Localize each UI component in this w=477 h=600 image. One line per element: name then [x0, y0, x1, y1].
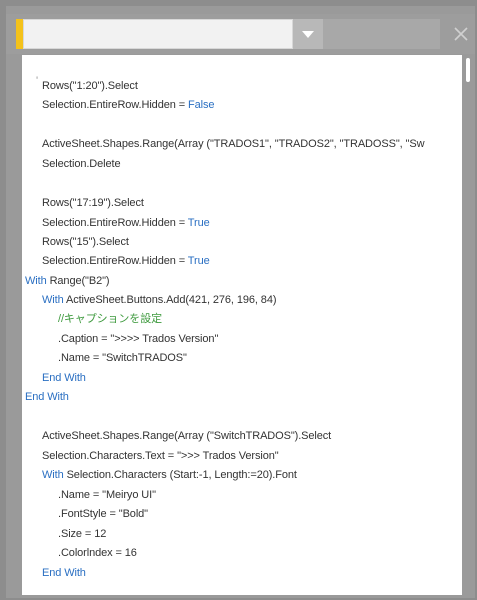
code-line: Rows("17:19").Select	[42, 197, 144, 209]
code-line: Selection.EntireRow.Hidden = True	[42, 217, 210, 229]
code-line: End With	[42, 567, 86, 579]
close-button[interactable]	[447, 19, 475, 49]
code-line: End With	[25, 391, 69, 403]
code-line: Selection.Characters.Text = ">>> Trados …	[42, 450, 279, 462]
code-comment: //キャプションを設定	[58, 313, 163, 325]
code-line: .Name = "Meiryo UI"	[58, 489, 156, 501]
code-line: ActiveSheet.Shapes.Range(Array ("TRADOS1…	[42, 138, 425, 150]
code-line: Rows("15").Select	[42, 236, 129, 248]
dropdown-button[interactable]	[293, 19, 323, 49]
code-line: .Name = "SwitchTRADOS"	[58, 352, 187, 364]
code-line: .FontStyle = "Bold"	[58, 508, 148, 520]
code-line: Rows("1:20").Select	[42, 80, 138, 92]
accent-bar	[16, 19, 23, 49]
code-line: .Colorlndex = 16	[58, 547, 137, 559]
code-line: '	[36, 75, 39, 87]
code-editor[interactable]: ' Rows("1:20").Select Selection.EntireRo…	[22, 55, 462, 595]
title-input[interactable]	[23, 19, 293, 49]
chevron-down-icon	[302, 30, 314, 38]
code-line: .Caption = ">>>> Trados Version"	[58, 333, 219, 345]
code-line: ActiveSheet.Shapes.Range(Array ("SwitchT…	[42, 430, 332, 442]
vertical-scrollbar[interactable]	[466, 58, 470, 82]
code-line: With ActiveSheet.Buttons.Add(421, 276, 1…	[42, 294, 277, 306]
code-line: End With	[42, 372, 86, 384]
title-bar-fill	[323, 19, 440, 49]
code-line: Selection.EntireRow.Hidden = True	[42, 255, 210, 267]
code-line: With Range("B2")	[25, 275, 110, 287]
code-line: Selection.EntireRow.Hidden = False	[42, 99, 215, 111]
code-line: .Size = 12	[58, 528, 107, 540]
code-line: With Selection.Characters (Start:-1, Len…	[42, 469, 297, 481]
code-line: Selection.Delete	[42, 158, 121, 170]
close-icon	[454, 27, 468, 41]
